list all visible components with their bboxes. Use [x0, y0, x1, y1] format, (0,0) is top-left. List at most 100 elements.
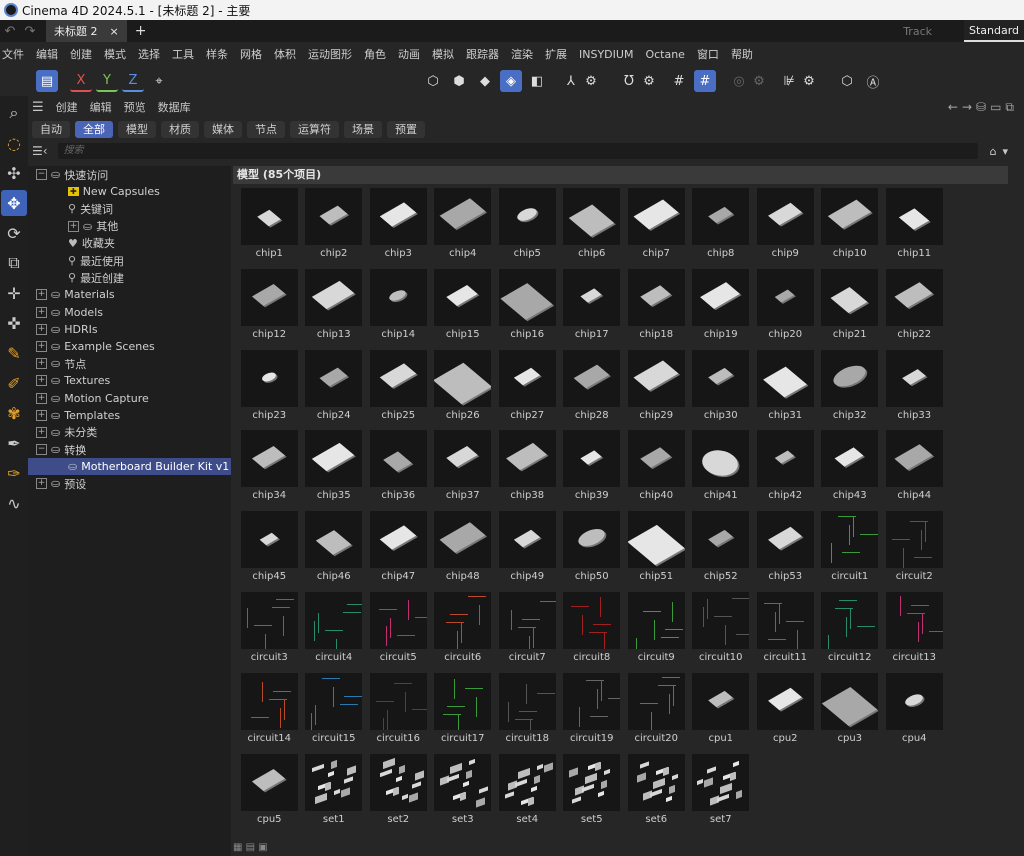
- tree-item[interactable]: + ⛀ HDRIs: [28, 321, 231, 338]
- tree-item[interactable]: ⚲ 关键词: [28, 200, 231, 217]
- render-settings-icon[interactable]: ⚙: [748, 70, 770, 92]
- asset-item[interactable]: chip42: [753, 430, 818, 511]
- z-axis-button[interactable]: Z: [122, 70, 144, 92]
- asset-item[interactable]: chip27: [495, 349, 560, 431]
- render-region-icon[interactable]: ◎: [728, 70, 750, 92]
- asset-item[interactable]: cpu2: [753, 672, 818, 754]
- select-icon[interactable]: ◌: [1, 130, 27, 156]
- tree-item[interactable]: + ⛀ 未分类: [28, 424, 231, 441]
- tree-item[interactable]: + ⛀ 节点: [28, 355, 231, 372]
- expand-toggle-icon[interactable]: +: [36, 478, 47, 490]
- tree-item[interactable]: − ⛀ 转换: [28, 441, 231, 458]
- panel-window-controls-icon[interactable]: ←→⛁▭⧉: [948, 100, 1018, 115]
- points-mode-icon[interactable]: ⬡: [422, 70, 444, 92]
- expand-toggle-icon[interactable]: +: [36, 409, 47, 421]
- menu-item[interactable]: 窗口: [697, 46, 719, 62]
- y-axis-button[interactable]: Y: [96, 70, 118, 92]
- tree-item[interactable]: ⚲ 最近使用: [28, 252, 231, 269]
- asset-item[interactable]: cpu1: [689, 672, 754, 754]
- asset-item[interactable]: set2: [366, 753, 431, 835]
- asset-item[interactable]: chip18: [624, 268, 689, 350]
- asset-item[interactable]: chip7: [624, 188, 689, 269]
- view-options-icon[interactable]: ▦ ▤ ▣: [233, 842, 268, 856]
- transform-icon[interactable]: ✛: [1, 280, 27, 306]
- asset-item[interactable]: circuit4: [302, 591, 367, 673]
- menu-item[interactable]: 工具: [172, 46, 194, 62]
- expand-toggle-icon[interactable]: −: [36, 444, 47, 456]
- grid-snap-icon[interactable]: #: [668, 70, 690, 92]
- tree-item[interactable]: + ⛀ Templates: [28, 407, 231, 424]
- menu-item[interactable]: 帮助: [731, 46, 753, 62]
- hamburger-menu-icon[interactable]: ☰: [32, 100, 44, 115]
- asset-item[interactable]: chip41: [689, 430, 754, 511]
- expand-toggle-icon[interactable]: +: [36, 375, 47, 387]
- asset-item[interactable]: chip17: [560, 268, 625, 350]
- asset-item[interactable]: set7: [689, 753, 754, 835]
- asset-item[interactable]: circuit9: [624, 591, 689, 673]
- asset-item[interactable]: chip51: [624, 511, 689, 592]
- asset-item[interactable]: chip37: [431, 430, 496, 511]
- menu-item[interactable]: 模拟: [432, 46, 454, 62]
- scale-icon[interactable]: ⧉: [1, 250, 27, 276]
- asset-item[interactable]: chip34: [237, 430, 302, 511]
- paint-icon[interactable]: ✾: [1, 400, 27, 426]
- asset-item[interactable]: chip48: [431, 511, 496, 592]
- tree-item[interactable]: ⚲ 最近创建: [28, 269, 231, 286]
- search-options-icon[interactable]: ▾: [1003, 145, 1009, 158]
- asset-item[interactable]: circuit10: [689, 591, 754, 673]
- asset-item[interactable]: chip38: [495, 430, 560, 511]
- tree-item[interactable]: + ⛀ 预设: [28, 475, 231, 492]
- asset-item[interactable]: chip13: [302, 268, 367, 350]
- asset-item[interactable]: chip43: [818, 430, 883, 511]
- close-tab-icon[interactable]: ×: [110, 25, 119, 38]
- tree-item[interactable]: + ⛀ Example Scenes: [28, 338, 231, 355]
- model-mode-icon[interactable]: ▤: [36, 70, 58, 92]
- expand-toggle-icon[interactable]: −: [36, 169, 47, 181]
- object-mode-icon[interactable]: ◈: [500, 70, 522, 92]
- undo-icon[interactable]: ↶: [0, 24, 20, 39]
- asset-item[interactable]: chip50: [560, 511, 625, 592]
- expand-toggle-icon[interactable]: +: [68, 220, 79, 232]
- layout-track-tab[interactable]: Track: [903, 25, 932, 38]
- tree-item[interactable]: ♥ 收藏夹: [28, 235, 231, 252]
- asset-item[interactable]: chip53: [753, 511, 818, 592]
- menu-item[interactable]: 跟踪器: [466, 46, 499, 62]
- asset-item[interactable]: circuit18: [495, 672, 560, 754]
- asset-item[interactable]: chip12: [237, 268, 302, 350]
- asset-item[interactable]: set3: [431, 753, 496, 835]
- menu-item[interactable]: 选择: [138, 46, 160, 62]
- asset-item[interactable]: circuit13: [882, 591, 947, 673]
- asset-item[interactable]: chip10: [818, 188, 883, 269]
- tweak-icon[interactable]: ✣: [1, 160, 27, 186]
- tree-item[interactable]: ⛀ Motherboard Builder Kit v1: [28, 458, 231, 476]
- asset-item[interactable]: circuit20: [624, 672, 689, 754]
- zoom-icon[interactable]: ⌕: [1, 100, 27, 126]
- menu-create[interactable]: 创建: [56, 99, 78, 115]
- asset-item[interactable]: cpu5: [237, 753, 302, 835]
- octane-a-icon[interactable]: Ⓐ: [862, 70, 884, 92]
- asset-item[interactable]: chip52: [689, 511, 754, 592]
- symmetry-settings-icon[interactable]: ⚙: [798, 70, 820, 92]
- asset-item[interactable]: chip19: [689, 268, 754, 350]
- asset-item[interactable]: circuit6: [431, 591, 496, 673]
- asset-item[interactable]: chip44: [882, 430, 947, 511]
- asset-item[interactable]: chip8: [689, 188, 754, 269]
- filter-list-icon[interactable]: ☰‹: [32, 144, 48, 158]
- x-axis-button[interactable]: X: [70, 70, 92, 92]
- menu-item[interactable]: 样条: [206, 46, 228, 62]
- asset-item[interactable]: chip36: [366, 430, 431, 511]
- asset-item[interactable]: chip1: [237, 188, 302, 269]
- asset-item[interactable]: chip6: [560, 188, 625, 269]
- asset-item[interactable]: chip30: [689, 349, 754, 431]
- snap-icon[interactable]: Ʊ: [618, 70, 640, 92]
- new-tab-button[interactable]: +: [135, 23, 147, 39]
- asset-item[interactable]: set6: [624, 753, 689, 835]
- expand-toggle-icon[interactable]: +: [36, 323, 47, 335]
- asset-item[interactable]: chip29: [624, 349, 689, 431]
- asset-item[interactable]: circuit12: [818, 591, 883, 673]
- filter-chip[interactable]: 材质: [161, 120, 199, 138]
- asset-item[interactable]: cpu3: [818, 672, 883, 754]
- asset-item[interactable]: circuit2: [882, 511, 947, 592]
- asset-item[interactable]: circuit11: [753, 591, 818, 673]
- polygons-mode-icon[interactable]: ◆: [474, 70, 496, 92]
